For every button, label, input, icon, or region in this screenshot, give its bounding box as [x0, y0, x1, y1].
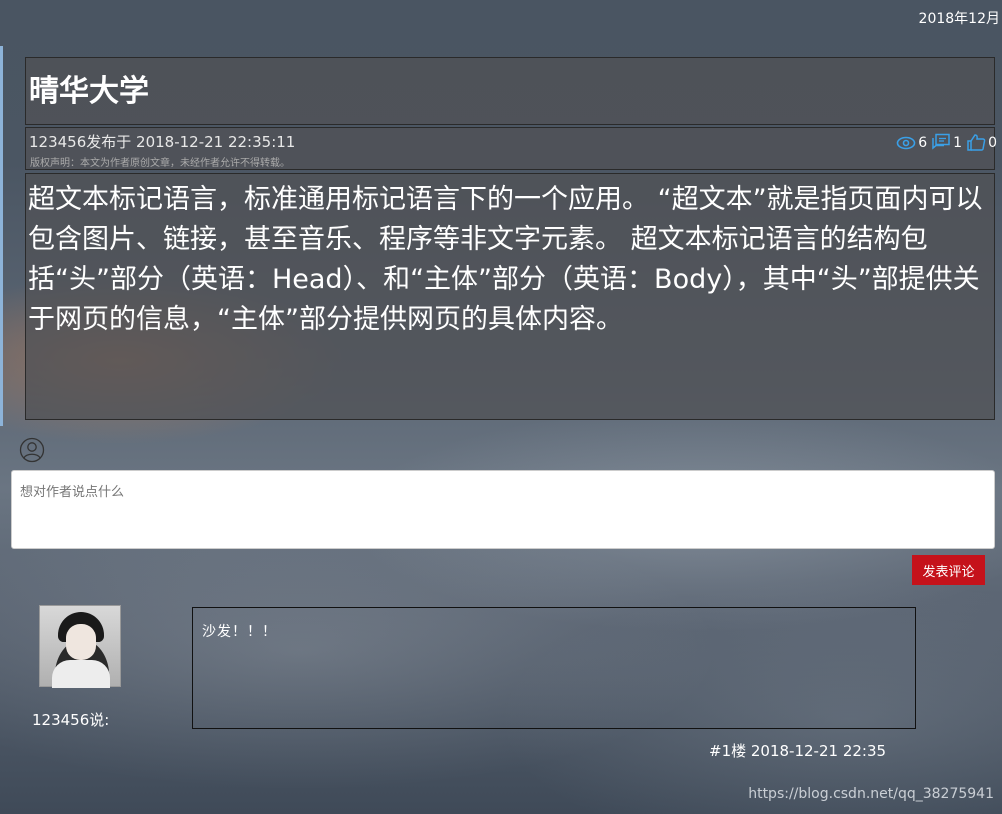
article-title-panel: 晴华大学: [25, 57, 995, 125]
comment-bubble-icon: [931, 133, 951, 151]
article-meta-panel: 123456发布于 2018-12-21 22:35:11 版权声明：本文为作者…: [25, 127, 997, 170]
avatar[interactable]: [39, 605, 121, 688]
article-meta: 123456发布于 2018-12-21 22:35:11: [29, 133, 296, 151]
comment-text: 沙发！！！: [202, 624, 277, 640]
likes-count: 0: [988, 135, 997, 151]
submit-comment-button[interactable]: 发表评论: [912, 555, 985, 585]
header-date: 2018年12月: [918, 11, 1000, 27]
likes-stat[interactable]: 0: [966, 133, 997, 151]
comment-input[interactable]: [11, 470, 995, 549]
views-stat: 6: [896, 135, 927, 151]
comment-floor-meta: #1楼 2018-12-21 22:35: [709, 742, 887, 760]
user-icon: [19, 437, 45, 467]
left-scroll-edge: [0, 46, 3, 426]
article-body: 超文本标记语言，标准通用标记语言下的一个应用。 “超文本”就是指页面内可以包含图…: [28, 184, 983, 335]
article-stats: 6 1 0: [896, 133, 997, 151]
comments-count: 1: [953, 135, 963, 151]
watermark: https://blog.csdn.net/qq_38275941: [748, 786, 994, 802]
article-content-panel: 超文本标记语言，标准通用标记语言下的一个应用。 “超文本”就是指页面内可以包含图…: [25, 173, 995, 420]
article-title: 晴华大学: [29, 74, 149, 109]
comments-stat[interactable]: 1: [931, 133, 962, 151]
copyright-notice: 版权声明：本文为作者原创文章，未经作者允许不得转载。: [30, 158, 290, 169]
views-count: 6: [918, 135, 928, 151]
thumbs-up-icon: [966, 133, 986, 151]
comment-item: 沙发！！！: [192, 607, 916, 729]
comment-username: 123456说:: [32, 711, 110, 729]
eye-icon: [896, 135, 916, 151]
